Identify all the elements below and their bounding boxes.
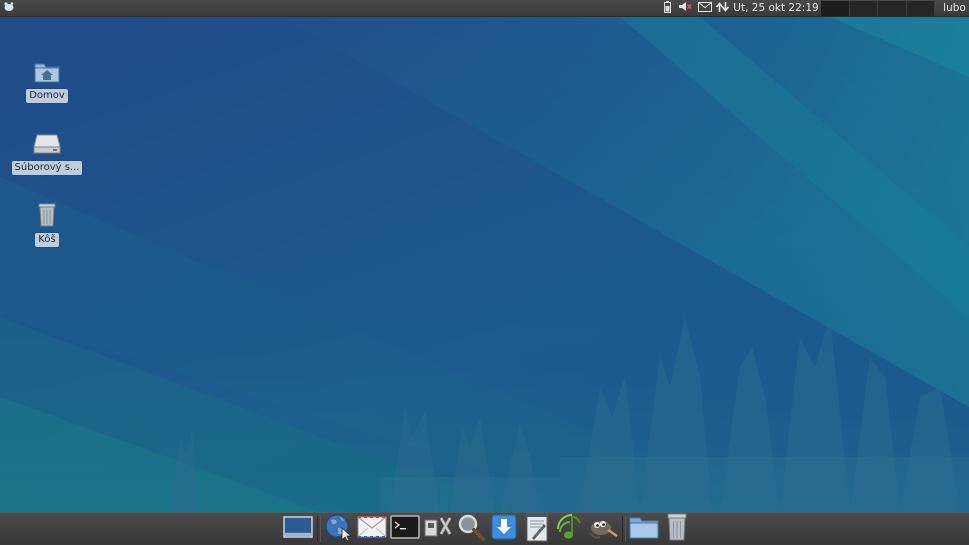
download-icon [491, 514, 517, 544]
network-indicator[interactable] [715, 0, 730, 16]
user-menu[interactable]: lubo [940, 0, 969, 16]
terminal-launcher[interactable] [389, 513, 421, 545]
web-browser-launcher[interactable] [323, 513, 355, 545]
trash-icon [31, 199, 63, 231]
workspace-switcher[interactable] [821, 1, 935, 16]
network-icon [715, 1, 730, 16]
file-manager-icon [629, 514, 659, 544]
dock-separator [622, 516, 626, 542]
mail-client-icon [357, 515, 387, 543]
search-launcher[interactable] [455, 513, 487, 545]
bottom-panel [0, 512, 969, 545]
xfce-mouse-logo-icon [3, 1, 15, 15]
web-browser-icon [324, 512, 354, 545]
desktop-icon-home[interactable]: Domov [12, 55, 82, 103]
show-desktop-icon [283, 514, 313, 544]
music-player-icon [556, 512, 584, 545]
home-folder-icon [31, 55, 63, 87]
top-panel: Ut, 25 okt 22:19 lubo [0, 0, 969, 17]
music-player-launcher[interactable] [554, 513, 586, 545]
desktop-background[interactable]: Domov Súborový s... Kôš [0, 17, 969, 512]
text-editor-icon [524, 512, 550, 545]
download-launcher[interactable] [488, 513, 520, 545]
clock[interactable]: Ut, 25 okt 22:19 [733, 0, 818, 16]
workspace-2[interactable] [849, 1, 878, 16]
settings-manager-icon [423, 514, 453, 544]
desktop-icon-label: Domov [26, 89, 68, 103]
image-editor-launcher[interactable] [587, 513, 619, 545]
applications-menu-button[interactable] [0, 0, 17, 16]
dock [282, 512, 694, 545]
mail-client-launcher[interactable] [356, 513, 388, 545]
battery-icon [663, 0, 671, 16]
volume-muted-icon [678, 1, 692, 15]
desktop-icon-label: Súborový s... [11, 161, 83, 175]
desktop-icon-filesystem[interactable]: Súborový s... [11, 127, 83, 175]
mail-icon [697, 1, 712, 15]
workspace-4[interactable] [906, 1, 935, 16]
settings-manager-launcher[interactable] [422, 513, 454, 545]
trash-icon [666, 512, 688, 545]
mail-notification[interactable] [697, 0, 712, 16]
drive-icon [31, 127, 63, 159]
desktop-icon-trash[interactable]: Kôš [12, 199, 82, 247]
volume-indicator[interactable] [677, 0, 693, 16]
workspace-3[interactable] [878, 1, 907, 16]
trash-launcher[interactable] [661, 513, 693, 545]
workspace-1[interactable] [821, 1, 850, 16]
battery-indicator[interactable] [661, 0, 673, 16]
file-manager-launcher[interactable] [628, 513, 660, 545]
text-editor-launcher[interactable] [521, 512, 553, 545]
search-icon [457, 513, 485, 545]
desktop-icon-label: Kôš [35, 233, 59, 247]
dock-separator [317, 516, 321, 542]
wallpaper-image [0, 17, 969, 512]
image-editor-icon [588, 513, 618, 545]
terminal-icon [390, 515, 420, 543]
show-desktop-button[interactable] [282, 513, 314, 545]
